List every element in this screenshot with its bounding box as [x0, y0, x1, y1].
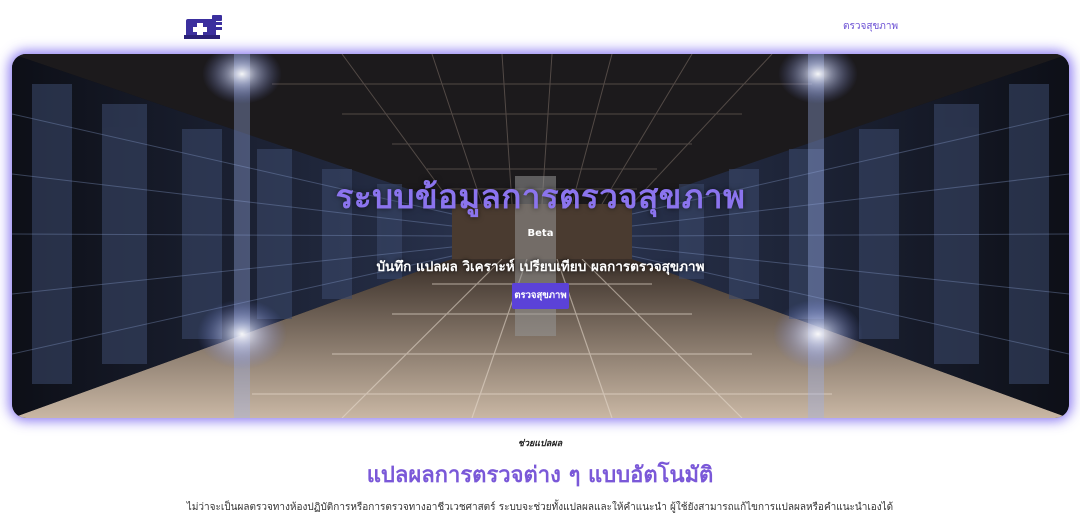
health-check-button[interactable]: ตรวจสุขภาพ — [512, 283, 569, 309]
section-title: แปลผลการตรวจต่าง ๆ แบบอัตโนมัติ — [366, 463, 714, 488]
medical-kit-icon[interactable] — [184, 13, 224, 41]
beta-badge: Beta — [527, 228, 554, 239]
section-eyebrow: ช่วยแปลผล — [517, 439, 563, 449]
hero-banner: ระบบข้อมูลการตรวจสุขภาพ Beta บันทึก แปลผ… — [12, 54, 1069, 418]
hero-subtitle: บันทึก แปลผล วิเคราะห์ เปรียบเทียบ ผลการ… — [376, 259, 705, 275]
section-description: ไม่ว่าจะเป็นผลตรวจทางห้องปฏิบัติการหรือก… — [186, 502, 894, 513]
nav-link-health-check[interactable]: ตรวจสุขภาพ — [843, 19, 898, 34]
hero-title: ระบบข้อมูลการตรวจสุขภาพ — [335, 177, 746, 216]
top-header: ตรวจสุขภาพ — [0, 0, 1080, 52]
